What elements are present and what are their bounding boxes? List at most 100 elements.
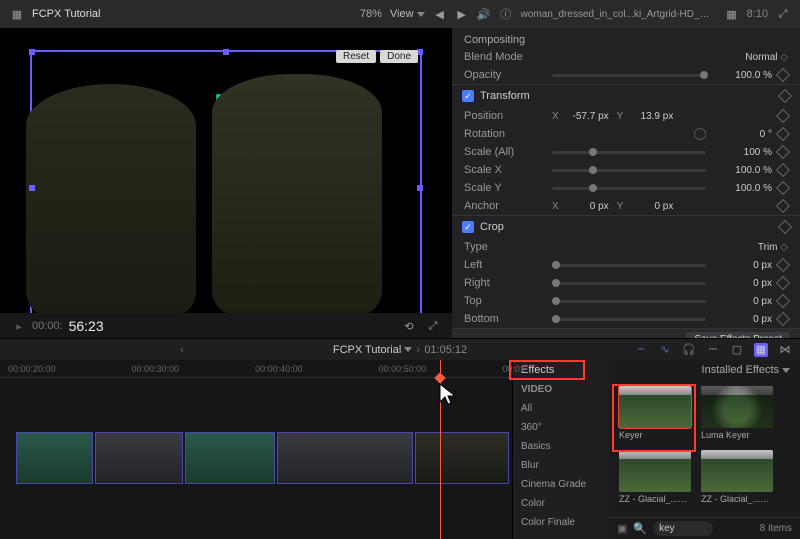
blend-mode-value[interactable]: Normal ◇ — [728, 52, 788, 63]
handle-top-mid[interactable] — [223, 49, 229, 55]
section-transform: Transform — [480, 90, 530, 102]
effects-search-input[interactable] — [653, 521, 713, 536]
rotation-value[interactable]: 0 ° — [712, 129, 772, 140]
snap-icon[interactable]: ⎓ — [706, 343, 720, 357]
section-compositing: Compositing — [452, 28, 800, 48]
effect-label: ZZ - Glacial_...ws_key — [701, 492, 773, 504]
crop-top-slider[interactable] — [552, 300, 706, 303]
effects-category[interactable]: All — [513, 399, 609, 418]
crop-left-value[interactable]: 0 px — [712, 260, 772, 271]
grid-icon[interactable]: ▦ — [725, 7, 739, 21]
keyframe-icon[interactable] — [776, 312, 790, 326]
viewer-canvas[interactable]: Reset Done ▸ 00:00:56:23 ⟲ ⤢ — [0, 28, 452, 338]
rotation-dial-icon[interactable] — [694, 128, 706, 140]
crop-right-value[interactable]: 0 px — [712, 278, 772, 289]
keyframe-icon[interactable] — [776, 276, 790, 290]
keyframe-icon[interactable] — [776, 199, 790, 213]
fullscreen-icon[interactable]: ⤢ — [426, 319, 440, 333]
effects-category[interactable]: Color Finale — [513, 513, 609, 532]
info-icon[interactable]: ⓘ — [499, 7, 513, 21]
done-button[interactable]: Done — [380, 50, 418, 63]
keyframe-icon[interactable] — [776, 163, 790, 177]
handle-left-mid[interactable] — [29, 185, 35, 191]
transitions-icon[interactable]: ⋈ — [778, 343, 792, 357]
crop-bottom-value[interactable]: 0 px — [712, 314, 772, 325]
filter-icon[interactable]: ▣ — [617, 522, 627, 535]
anchor-y[interactable]: 0 px — [631, 201, 673, 212]
scale-all-value[interactable]: 100 % — [712, 147, 772, 158]
opacity-value[interactable]: 100.0 % — [712, 70, 772, 81]
anchor-x[interactable]: 0 px — [567, 201, 609, 212]
installed-effects-dropdown[interactable]: Installed Effects — [702, 364, 790, 376]
playbar: ▸ 00:00:56:23 ⟲ ⤢ — [0, 313, 452, 339]
timeline-clip[interactable]: woman_dressed_in_colorfu... — [277, 432, 413, 484]
back-icon[interactable]: ◀ — [433, 7, 447, 21]
reset-button[interactable]: Reset — [336, 50, 376, 63]
effects-category[interactable]: Blur — [513, 456, 609, 475]
crop-left-slider[interactable] — [552, 264, 706, 267]
keyframe-icon[interactable] — [776, 109, 790, 123]
effects-category[interactable]: Color — [513, 494, 609, 513]
opacity-slider[interactable] — [552, 74, 706, 77]
transform-bounding-box[interactable] — [30, 50, 422, 326]
keyframe-icon[interactable] — [776, 258, 790, 272]
transform-reset-icon[interactable] — [778, 89, 792, 103]
crop-top-label: Top — [464, 295, 546, 307]
effect-thumbnail[interactable] — [619, 450, 691, 492]
transform-checkbox[interactable]: ✓ — [462, 90, 474, 102]
next-edit-icon[interactable]: › — [416, 344, 420, 356]
crop-type-value[interactable]: Trim ◇ — [728, 242, 788, 253]
effects-category[interactable]: Basics — [513, 437, 609, 456]
timeline-clip[interactable]: soldiers_looking_at_computer_screen_in..… — [415, 432, 509, 484]
effects-browser-icon[interactable]: ▦ — [754, 343, 768, 357]
timeline-clip[interactable]: hborhood-802074_1920 — [16, 432, 93, 484]
view-menu[interactable]: View — [390, 8, 425, 20]
library-icon[interactable]: ▢ — [730, 343, 744, 357]
keyframe-icon[interactable] — [776, 294, 790, 308]
timeline-clip[interactable]: Studio_Chroma_Actress... — [95, 432, 183, 484]
scale-x-value[interactable]: 100.0 % — [712, 165, 772, 176]
effect-thumbnail[interactable] — [701, 450, 773, 492]
crop-right-slider[interactable] — [552, 282, 706, 285]
loop-icon[interactable]: ⟲ — [402, 319, 416, 333]
play-icon[interactable]: ▸ — [12, 319, 26, 333]
keyframe-icon[interactable] — [776, 181, 790, 195]
position-y[interactable]: 13.9 px — [631, 111, 673, 122]
skimming-icon[interactable]: ⎯ — [634, 343, 648, 357]
handle-right-mid[interactable] — [417, 185, 423, 191]
keyframe-icon[interactable] — [776, 68, 790, 82]
crop-top-value[interactable]: 0 px — [712, 296, 772, 307]
crop-reset-icon[interactable] — [778, 220, 792, 234]
prev-edit-icon[interactable]: ‹ — [180, 344, 184, 356]
keyframe-icon[interactable] — [776, 145, 790, 159]
effect-item[interactable]: ZZ - Glacial_...ws_key — [619, 450, 691, 504]
position-x[interactable]: -57.7 px — [567, 111, 609, 122]
scale-y-value[interactable]: 100.0 % — [712, 183, 772, 194]
effect-thumbnail[interactable] — [619, 386, 691, 428]
crop-checkbox[interactable]: ✓ — [462, 221, 474, 233]
scale-y-slider[interactable] — [552, 187, 706, 190]
zoom-level[interactable]: 78% — [360, 8, 382, 20]
play-arrow-icon[interactable]: ▶ — [455, 7, 469, 21]
effect-thumbnail[interactable] — [701, 386, 773, 428]
effect-item[interactable]: Keyer — [619, 386, 691, 440]
scale-all-slider[interactable] — [552, 151, 706, 154]
solo-icon[interactable]: 🎧 — [682, 343, 696, 357]
project-duration: 01:05:12 — [424, 344, 467, 356]
timeline[interactable]: 00:00:20:0000:00:30:0000:00:40:0000:00:5… — [0, 360, 512, 539]
library-icon[interactable]: ▦ — [10, 7, 24, 21]
project-name[interactable]: FCPX Tutorial — [333, 344, 412, 356]
expand-icon[interactable]: ⤢ — [776, 7, 790, 21]
timeline-clip[interactable]: paris-3193674_1920 — [185, 432, 275, 484]
effect-item[interactable]: Luma Keyer — [701, 386, 773, 440]
audio-icon[interactable]: 🔊 — [477, 7, 491, 21]
audio-skim-icon[interactable]: ∿ — [658, 343, 672, 357]
effects-category[interactable]: 360° — [513, 418, 609, 437]
effects-category[interactable]: Cinema Grade — [513, 475, 609, 494]
handle-top-left[interactable] — [29, 49, 35, 55]
keyframe-icon[interactable] — [776, 127, 790, 141]
effect-item[interactable]: ZZ - Glacial_...ws_key — [701, 450, 773, 504]
inspector-panel: Compositing Blend Mode Normal ◇ Opacity … — [452, 28, 800, 338]
scale-x-slider[interactable] — [552, 169, 706, 172]
crop-bottom-slider[interactable] — [552, 318, 706, 321]
